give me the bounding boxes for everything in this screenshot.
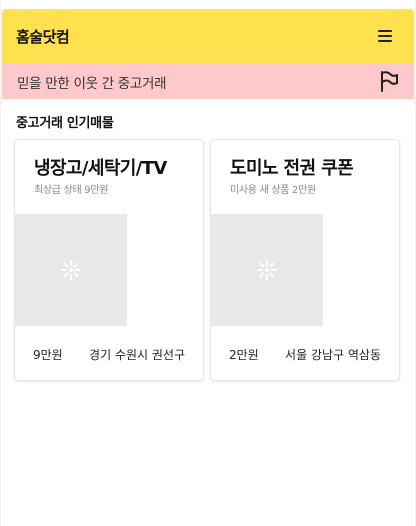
site-logo[interactable]: 홈술닷컴 [16,26,70,47]
loading-spinner-icon [257,260,277,280]
listing-price: 9만원 [33,348,63,362]
app-header: 홈술닷컴 [2,9,414,63]
section-title: 중고거래 인기매물 [16,116,114,131]
promo-banner: 믿을 만한 이웃 간 중고거래 [2,63,414,99]
listing-image-placeholder [211,214,323,326]
page: 홈술닷컴 믿을 만한 이웃 간 중고거래 중고거래 인기매물 냉장고/세탁기/T… [1,0,415,526]
listing-image-placeholder [15,214,127,326]
listing-price: 2만원 [229,348,259,362]
listing-title: 도미노 전권 쿠폰 [230,158,354,179]
listing-location: 경기 수원시 권선구 [89,348,185,362]
loading-spinner-icon [61,260,81,280]
listing-subtitle: 최상급 상태 9만원 [34,185,109,196]
listing-card[interactable]: 냉장고/세탁기/TV 최상급 상태 9만원 9만원 경기 수원시 권선구 [14,139,204,381]
listing-subtitle: 미사용 새 상품 2만원 [230,185,316,196]
listing-title: 냉장고/세탁기/TV [34,158,167,179]
listing-location: 서울 강남구 역삼동 [285,348,381,362]
flag-icon[interactable] [378,70,400,92]
hamburger-menu-icon[interactable] [378,30,392,42]
listing-card[interactable]: 도미노 전권 쿠폰 미사용 새 상품 2만원 2만원 서울 강남구 역삼동 [210,139,400,381]
banner-text: 믿을 만한 이웃 간 중고거래 [17,76,167,92]
